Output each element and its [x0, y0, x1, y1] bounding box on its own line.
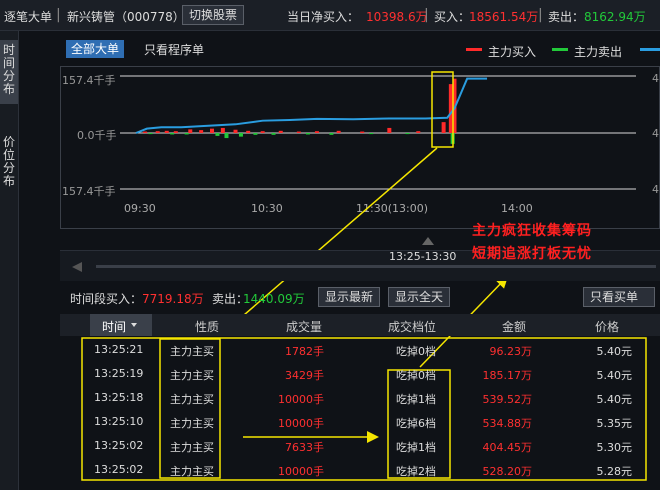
cell-volume: 10000手 [278, 417, 324, 430]
buy-bar [296, 131, 301, 133]
table-row[interactable] [60, 364, 660, 388]
buy-only-dropdown[interactable]: 只看买单 [583, 287, 655, 307]
net-buy-line [135, 77, 488, 134]
cell-amount: 534.88万 [482, 417, 533, 430]
sell-bar [238, 133, 243, 137]
range-left-arrow-icon[interactable] [72, 262, 82, 272]
cell-volume: 10000手 [278, 465, 324, 478]
buy-bar [143, 131, 148, 133]
cell-level: 吃掉0档 [396, 369, 436, 382]
buy-bar [233, 129, 238, 133]
buy-bar [246, 130, 251, 133]
cell-price: 5.40元 [596, 345, 633, 358]
header-price: 价格 [595, 320, 620, 334]
annotation-line-2: 短期追涨打板无忧 [472, 246, 592, 262]
range-label: 13:25-13:30 [389, 250, 457, 263]
cell-nature: 主力主买 [170, 345, 214, 358]
buy-bar [164, 130, 169, 133]
cell-volume: 10000手 [278, 393, 324, 406]
cell-level: 吃掉6档 [396, 417, 436, 430]
cell-volume: 7633手 [285, 441, 324, 454]
table-row[interactable] [60, 412, 660, 436]
header-amount: 金额 [502, 320, 527, 334]
buy-bar [360, 131, 365, 133]
cell-nature: 主力主买 [170, 417, 214, 430]
cell-amount: 96.23万 [489, 345, 533, 358]
cell-amount: 404.45万 [482, 441, 533, 454]
cell-amount: 539.52万 [482, 393, 533, 406]
bars-layer [143, 78, 457, 144]
range-handle-icon[interactable] [422, 237, 434, 245]
cell-amount: 528.20万 [482, 465, 533, 478]
cell-price: 5.40元 [596, 393, 633, 406]
cell-volume: 3429手 [285, 369, 324, 382]
cell-time: 13:25:10 [94, 415, 144, 428]
cell-nature: 主力主买 [170, 393, 214, 406]
cell-price: 5.40元 [596, 369, 633, 382]
cell-time: 13:25:18 [94, 391, 144, 404]
header-level: 成交档位 [388, 320, 437, 334]
cell-level: 吃掉1档 [396, 441, 436, 454]
buy-bar [441, 122, 446, 133]
sell-bar [148, 133, 153, 135]
buy-bar [260, 131, 265, 133]
buy-bar [387, 127, 392, 133]
sell-bar [215, 133, 220, 136]
buy-bar [155, 131, 160, 133]
cell-level: 吃掉0档 [396, 345, 436, 358]
period-buy-label: 时间段买入： [70, 292, 143, 306]
cell-level: 吃掉2档 [396, 465, 436, 478]
buy-bar [210, 128, 214, 133]
annotation-line-1: 主力疯狂收集筹码 [472, 223, 592, 239]
cell-nature: 主力主买 [170, 441, 214, 454]
buy-bar [314, 131, 319, 133]
sell-bar [305, 133, 310, 135]
table-row[interactable] [60, 388, 660, 412]
sell-bar [170, 133, 175, 135]
cell-volume: 1782手 [285, 345, 324, 358]
cell-time: 13:25:21 [94, 343, 144, 356]
buy-bar [336, 130, 341, 133]
cell-price: 5.28元 [596, 465, 633, 478]
sell-bar [271, 133, 276, 135]
cell-time: 13:25:19 [94, 367, 144, 380]
sell-bar [253, 133, 258, 135]
sort-desc-icon[interactable] [131, 323, 137, 327]
period-buy-value: 7719.18万 [142, 292, 204, 306]
show-all-day-button[interactable]: 显示全天 [388, 287, 450, 307]
header-time[interactable]: 时间 [102, 318, 126, 335]
cell-price: 5.30元 [596, 441, 633, 454]
show-latest-button[interactable]: 显示最新 [318, 287, 380, 307]
buy-bar [278, 130, 283, 133]
table-row[interactable] [60, 460, 660, 484]
header-volume: 成交量 [286, 320, 323, 334]
table-row[interactable] [60, 340, 660, 364]
cell-level: 吃掉1档 [396, 393, 436, 406]
sell-bar [184, 133, 189, 135]
cell-time: 13:25:02 [94, 463, 144, 476]
sell-bar [405, 133, 410, 135]
buy-bar [199, 130, 204, 133]
sell-bar [329, 133, 334, 135]
buy-bar [220, 127, 225, 133]
cell-nature: 主力主买 [170, 465, 214, 478]
buy-bar [416, 131, 421, 133]
sell-bar [369, 133, 374, 135]
header-nature: 性质 [195, 320, 220, 334]
cell-price: 5.35元 [596, 417, 633, 430]
cell-amount: 185.17万 [482, 369, 533, 382]
table-row[interactable] [60, 436, 660, 460]
range-track[interactable] [96, 265, 656, 268]
buy-bar [173, 131, 178, 133]
cell-nature: 主力主买 [170, 369, 214, 382]
buy-bar [188, 129, 193, 133]
period-sell-value: 1440.09万 [243, 292, 305, 306]
sell-bar [224, 133, 229, 139]
cell-time: 13:25:02 [94, 439, 144, 452]
